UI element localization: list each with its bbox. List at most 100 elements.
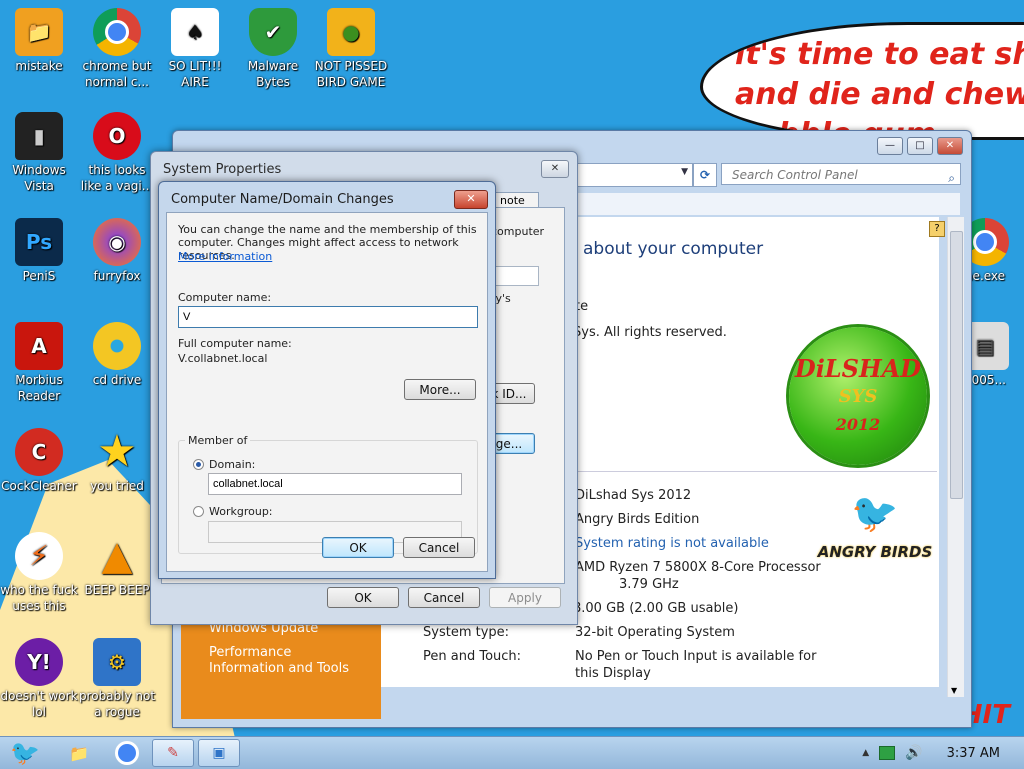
desktop-icon-solitaire[interactable]: ♠ SO LIT!!! AIRE — [156, 8, 234, 90]
ok-button[interactable]: OK — [327, 587, 399, 608]
opera-icon: O — [93, 112, 141, 160]
solitaire-icon: ♠ — [171, 8, 219, 56]
computer-name-input[interactable] — [178, 306, 478, 328]
close-button[interactable]: ✕ — [454, 190, 488, 209]
chrome-icon — [93, 8, 141, 56]
desktop-icon-windows-vista[interactable]: ▮ Windows Vista — [0, 112, 78, 194]
dialog-title: System Properties — [163, 162, 282, 177]
cd-icon — [93, 322, 141, 370]
dialog-title: Computer Name/Domain Changes — [171, 192, 394, 207]
desktop-icon-photoshop[interactable]: Ps PeniS — [0, 218, 78, 284]
info-edition-name: DiLshad Sys 2012 — [575, 488, 692, 503]
description-field[interactable] — [491, 266, 539, 286]
desktop-icon-you-tried[interactable]: ★ you tried — [78, 428, 156, 494]
desktop-icon-rogue[interactable]: ⚙ probably not a rogue — [78, 638, 156, 720]
info-pen-touch: No Pen or Touch Input is available for — [575, 649, 817, 664]
tab-remote[interactable]: note — [495, 192, 539, 208]
address-dropdown-icon[interactable]: ▼ — [681, 167, 688, 177]
info-edition: Angry Birds Edition — [575, 512, 700, 527]
desktop-icon-firefox[interactable]: ◉ furryfox — [78, 218, 156, 284]
scroll-down-icon[interactable]: ▼ — [951, 686, 957, 695]
system-tray: ▲ 🔊 3:37 AM — [862, 737, 1000, 769]
domain-input[interactable] — [208, 473, 462, 495]
settings-computer-icon: ⚙ — [93, 638, 141, 686]
desktop-icon-opera[interactable]: O this looks like a vagi... — [78, 112, 156, 194]
explorer-icon[interactable]: 📁 — [58, 739, 100, 767]
desktop-icon-cd-drive[interactable]: cd drive — [78, 322, 156, 388]
search-icon[interactable]: ⌕ — [948, 167, 955, 189]
more-information-link[interactable]: More information — [178, 250, 272, 263]
winamp-icon: ⚡ — [15, 532, 63, 580]
desktop-icon-malwarebytes[interactable]: ✔ Malware Bytes — [234, 8, 312, 90]
scrollbar[interactable]: ▼ — [947, 217, 964, 697]
close-button[interactable]: ✕ — [541, 160, 569, 178]
computer-name-label: Computer name: — [178, 291, 272, 304]
show-hidden-icons-icon[interactable]: ▲ — [862, 748, 869, 758]
desktop-icon-vlc[interactable]: ▲ BEEP BEEP — [78, 532, 156, 598]
caption-buttons: — □ ✕ — [877, 137, 963, 155]
desktop-icon-bird-game[interactable]: ● NOT PISSED BIRD GAME — [312, 8, 390, 90]
minimize-button[interactable]: — — [877, 137, 903, 155]
scrollbar-thumb[interactable] — [950, 231, 963, 499]
photoshop-icon: Ps — [15, 218, 63, 266]
chrome-icon — [115, 741, 139, 765]
bubble-line-2: and die and chew — [735, 77, 1024, 112]
cancel-button[interactable]: Cancel — [403, 537, 475, 558]
info-pen-touch-2: this Display — [575, 666, 651, 681]
ok-button[interactable]: OK — [322, 537, 394, 558]
user-folder-icon: 📁 — [15, 8, 63, 56]
clock[interactable]: 3:37 AM — [947, 746, 1000, 761]
info-processor-speed: 3.79 GHz — [619, 577, 679, 592]
desktop-icon-chrome[interactable]: chrome but normal c... — [78, 8, 156, 90]
full-name-value: V.collabnet.local — [178, 352, 268, 365]
workgroup-radio[interactable] — [193, 506, 204, 517]
desktop-icon-ccleaner[interactable]: C CockCleaner — [0, 428, 78, 494]
vlc-icon: ▲ — [101, 533, 133, 579]
help-icon[interactable]: ? — [929, 221, 945, 237]
info-pen-touch-label: Pen and Touch: — [423, 649, 522, 664]
app-icon[interactable]: ✎ — [152, 739, 194, 767]
bad-piggies-icon: ● — [327, 8, 375, 56]
volume-icon[interactable]: 🔊 — [905, 745, 922, 761]
system-properties-icon[interactable]: ▣ — [198, 739, 240, 767]
oem-logo-dilshad: DiLSHAD SYS 2012 — [789, 327, 927, 465]
domain-label: Domain: — [209, 458, 256, 471]
close-button[interactable]: ✕ — [937, 137, 963, 155]
domain-radio[interactable] — [193, 459, 204, 470]
desktop-icon-mistake[interactable]: 📁 mistake — [0, 8, 78, 74]
info-rating-link[interactable]: System rating is not available — [575, 536, 769, 551]
yahoo-icon: Y! — [15, 638, 63, 686]
start-button[interactable]: 🐦 — [0, 739, 50, 767]
apply-button[interactable]: Apply — [489, 587, 561, 608]
wallpaper-speech-bubble: it's time to eat shit and die and chew b… — [700, 22, 1024, 140]
member-of-label: Member of — [185, 434, 251, 447]
workgroup-label: Workgroup: — [209, 505, 273, 518]
ccleaner-icon: C — [15, 428, 63, 476]
more-button[interactable]: More... — [404, 379, 476, 400]
chrome-taskbar-button[interactable] — [106, 739, 148, 767]
trash-bin-icon: ▮ — [15, 112, 63, 160]
star-icon: ★ — [97, 426, 137, 477]
info-system-type: 32-bit Operating System — [575, 625, 735, 640]
refresh-icon[interactable]: ⟳ — [693, 163, 717, 187]
desktop-icon-morbius-reader[interactable]: A Morbius Reader — [0, 322, 78, 404]
taskbar: 🐦 📁 ✎ ▣ ▲ 🔊 3:37 AM — [0, 736, 1024, 769]
shield-icon: ✔ — [249, 8, 297, 56]
desktop-icon-winamp[interactable]: ⚡ who the fuck uses this — [0, 532, 78, 614]
search-input[interactable]: Search Control Panel ⌕ — [721, 163, 961, 185]
sidebar-link-performance[interactable]: Performance Information and Tools — [181, 645, 359, 677]
address-bar[interactable]: ▼ — [573, 163, 693, 187]
desktop-icon-yahoo[interactable]: Y! doesn't work lol — [0, 638, 78, 720]
bird-icon: 🐦 — [851, 491, 899, 535]
maximize-button[interactable]: □ — [907, 137, 933, 155]
battery-icon[interactable] — [879, 746, 896, 760]
text-fragment-computer: computer — [491, 225, 545, 238]
bubble-line-1: it's time to eat shit — [735, 37, 1024, 72]
full-name-label: Full computer name: — [178, 337, 292, 350]
computer-name-dialog: Computer Name/Domain Changes ✕ You can c… — [158, 181, 496, 579]
cancel-button[interactable]: Cancel — [408, 587, 480, 608]
command-bar — [575, 193, 960, 215]
sidebar-see-also: Windows Update Performance Information a… — [181, 609, 381, 719]
angry-birds-logo: 🐦 ANGRY BIRDS — [813, 483, 937, 603]
info-processor: AMD Ryzen 7 5800X 8-Core Processor — [575, 560, 821, 575]
